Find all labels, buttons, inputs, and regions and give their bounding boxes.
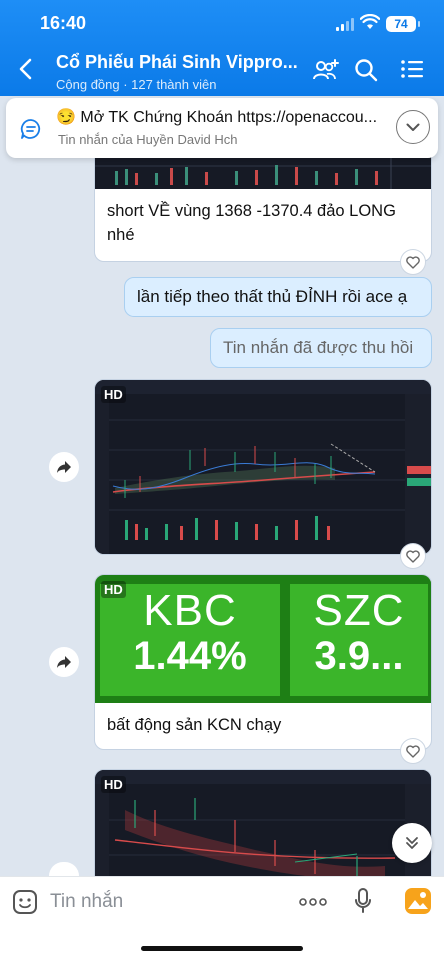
- status-bar: 16:40 74: [0, 0, 444, 48]
- expand-pinned-button[interactable]: [396, 110, 430, 144]
- tile-szc-change: 3.9...: [314, 634, 404, 678]
- image-gallery-icon[interactable]: [404, 887, 432, 915]
- scroll-to-bottom-button[interactable]: [392, 823, 432, 863]
- message-chart-vn30[interactable]: HD: [94, 379, 432, 555]
- microphone-icon[interactable]: [354, 887, 372, 915]
- own-message[interactable]: lần tiếp theo thất thủ ĐỈNH rồi ace ạ: [124, 277, 432, 317]
- menu-list-icon[interactable]: [400, 58, 424, 80]
- vn30-chart: [95, 380, 431, 554]
- group-subtitle: Cộng đồng · 127 thành viên: [56, 77, 217, 92]
- chart-image-kbc[interactable]: HD: [95, 770, 431, 888]
- forward-icon[interactable]: [49, 647, 79, 677]
- emoji-sticker-icon[interactable]: [12, 889, 38, 915]
- tile-kbc: KBC 1.44%: [97, 581, 283, 699]
- tile-szc-name: SZC: [313, 586, 405, 635]
- message-kbc-szc[interactable]: KBC 1.44% SZC 3.9... HD bất động sản KCN…: [94, 574, 432, 750]
- react-heart-icon[interactable]: [400, 249, 426, 275]
- hd-badge: HD: [101, 776, 126, 793]
- message-text: bất động sản KCN chạy: [107, 716, 282, 734]
- wifi-icon: [360, 14, 380, 29]
- add-member-icon[interactable]: [312, 58, 340, 82]
- chat-bubble-icon: [20, 119, 41, 139]
- tile-kbc-name: KBC: [143, 586, 237, 635]
- message-text: short VỀ vùng 1368 -1370.4 đảo LONG nhé: [107, 202, 396, 244]
- chevron-down-icon: [406, 123, 420, 131]
- double-chevron-down-icon: [406, 837, 418, 849]
- message-input[interactable]: Tin nhắn: [50, 891, 123, 913]
- hd-badge: HD: [101, 386, 126, 403]
- chart-image-vn30[interactable]: HD: [95, 380, 431, 554]
- pinned-emoji: 😏: [56, 109, 76, 126]
- back-arrow-icon[interactable]: [18, 58, 32, 80]
- more-options-icon[interactable]: [299, 898, 327, 906]
- battery-icon: 74: [386, 16, 420, 32]
- kbc-chart: [95, 770, 431, 888]
- tile-kbc-change: 1.44%: [133, 634, 247, 678]
- react-heart-icon[interactable]: [400, 543, 426, 569]
- status-time: 16:40: [40, 13, 87, 33]
- pinned-message: Mở TK Chứng Khoán https://openaccou...: [80, 109, 378, 126]
- pinned-sender: Tin nhắn của Huyền David Hch: [58, 132, 238, 147]
- recalled-message[interactable]: Tin nhắn đã được thu hồi: [210, 328, 432, 368]
- stock-tiles-image[interactable]: KBC 1.44% SZC 3.9... HD: [95, 575, 431, 703]
- chat-header: 16:40 74 Cổ Phiếu Phái Sinh Vippro... Cộ…: [0, 0, 444, 96]
- hd-badge: HD: [101, 581, 126, 598]
- search-icon[interactable]: [354, 58, 378, 82]
- message-chart-kbc[interactable]: HD: [94, 769, 432, 889]
- pinned-text: 😏 Mở TK Chứng Khoán https://openaccou...: [56, 107, 386, 127]
- react-heart-icon[interactable]: [400, 738, 426, 764]
- forward-icon[interactable]: [49, 452, 79, 482]
- tile-szc: SZC 3.9...: [287, 581, 431, 699]
- home-indicator: [141, 946, 303, 951]
- group-title[interactable]: Cổ Phiếu Phái Sinh Vippro...: [56, 52, 298, 73]
- signal-icon: [336, 18, 354, 31]
- pinned-message-bar[interactable]: 😏 Mở TK Chứng Khoán https://openaccou...…: [6, 98, 438, 158]
- forward-icon[interactable]: [49, 862, 79, 876]
